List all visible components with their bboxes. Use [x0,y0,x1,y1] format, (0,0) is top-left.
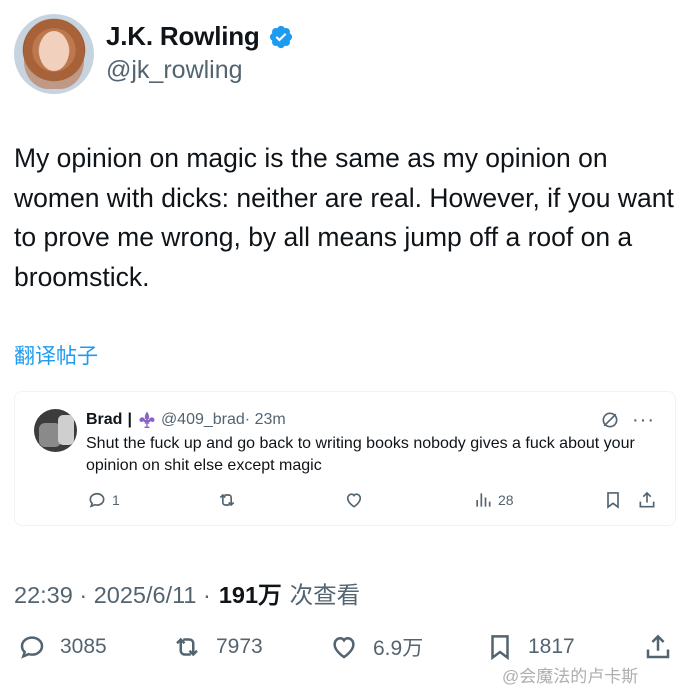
repost-icon [176,637,198,657]
repost-button[interactable]: 7973 [171,632,263,662]
post-timestamp[interactable]: 22:39 · 2025/6/11 · [14,582,211,609]
author-avatar[interactable] [14,14,94,94]
quoted-reply-card[interactable]: Brad | @409_brad · 23m ··· Shut the fuck… [14,391,676,526]
share-icon [646,634,670,659]
share-button[interactable] [643,632,673,662]
fleur-de-lis-icon [139,411,155,428]
translate-post-link[interactable]: 翻译帖子 [14,340,98,370]
repost-icon [219,493,235,507]
quoted-text: Shut the fuck up and go back to writing … [86,435,635,474]
quoted-name-separator: | [127,411,132,428]
author-display-name[interactable]: J.K. Rowling [106,21,260,52]
reply-icon [20,636,44,659]
quoted-bookmark-button[interactable] [603,490,623,510]
heart-icon [333,636,355,659]
quoted-action-bar: 1 28 [15,490,675,514]
more-options-icon[interactable]: ··· [632,410,655,430]
verified-badge-icon [269,25,292,48]
quoted-view-count: 28 [498,492,514,508]
quoted-header-actions: ··· [600,410,655,430]
quoted-avatar[interactable] [34,409,77,452]
weibo-watermark: @会魔法的卢卡斯 [502,667,639,686]
repost-count: 7973 [216,635,263,658]
quoted-like-button[interactable] [344,490,364,510]
share-icon [639,491,655,508]
quoted-reply-button[interactable]: 1 [87,490,120,510]
reply-count: 3085 [60,635,107,658]
like-count: 6.9万 [373,637,424,660]
avatar-shape [58,415,74,445]
quoted-share-button[interactable] [637,490,657,510]
views-chart-icon [476,493,491,507]
bookmark-button[interactable]: 1817 [485,632,575,662]
reply-button[interactable]: 3085 [17,632,107,662]
reply-icon [89,492,105,508]
bookmark-icon [491,635,509,661]
tweet-text: My opinion on magic is the same as my op… [14,143,674,292]
quoted-header: Brad | @409_brad · 23m [86,410,286,430]
post-view-count: 191万 [218,582,282,608]
quoted-repost-button[interactable] [217,490,237,510]
post-views-label: 次查看 [289,582,361,608]
heart-icon [346,493,362,508]
post-timestamp-row: 22:39 · 2025/6/11 · 191万 次查看 [14,576,360,610]
quoted-name[interactable]: Brad [86,411,122,429]
quoted-views-button[interactable]: 28 [473,490,514,510]
quoted-reply-count: 1 [112,492,120,508]
avatar-face [39,31,69,71]
quoted-time: · 23m [244,411,286,428]
grok-icon[interactable] [600,410,620,430]
author-name-row: J.K. Rowling [106,21,294,52]
author-handle[interactable]: @jk_rowling [106,56,243,85]
bookmark-count: 1817 [528,635,575,658]
bookmark-icon [607,492,619,509]
like-button[interactable]: 6.9万 [328,632,423,662]
quoted-handle[interactable]: @409_brad [161,411,245,429]
